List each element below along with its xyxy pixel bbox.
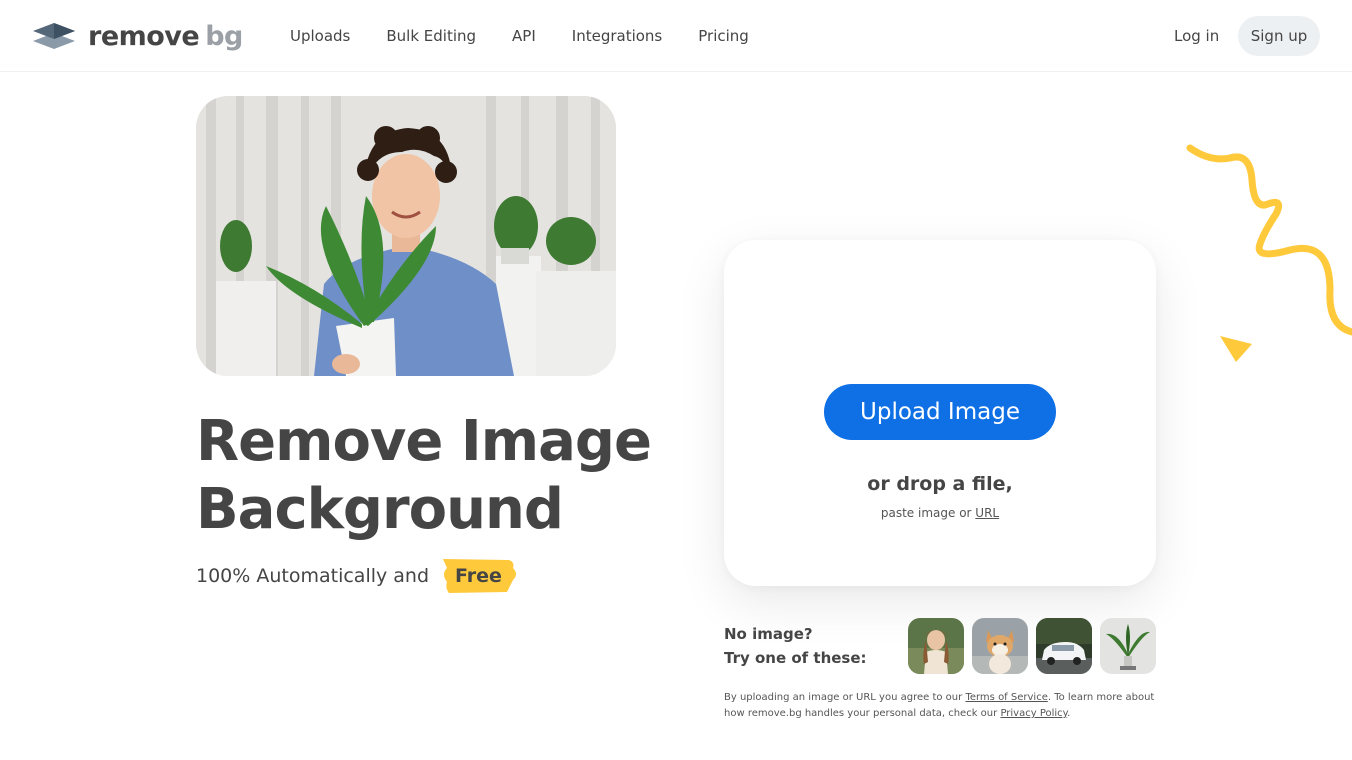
paste-hint: paste image or URL: [724, 506, 1156, 520]
legal-part1: By uploading an image or URL you agree t…: [724, 692, 963, 703]
url-link[interactable]: URL: [975, 506, 999, 520]
headline-line2: Background: [196, 477, 564, 542]
upload-image-button[interactable]: Upload Image: [824, 384, 1056, 440]
car-sample-icon: [1036, 618, 1092, 674]
main-nav: Uploads Bulk Editing API Integrations Pr…: [290, 26, 785, 46]
squiggle-decoration-icon: [1186, 144, 1352, 336]
logo-icon: [33, 23, 75, 49]
paste-prefix: paste image or: [880, 506, 972, 520]
man-holding-plant-photo: [196, 96, 616, 376]
nav-uploads[interactable]: Uploads: [290, 26, 350, 46]
dog-sample-icon: [972, 618, 1028, 674]
sample-prompt: No image? Try one of these:: [724, 622, 867, 670]
hero-photo: [196, 96, 616, 376]
subline-text: 100% Automatically and: [196, 565, 430, 587]
headline-line1: Remove Image: [196, 409, 652, 474]
sample-woman[interactable]: [908, 618, 964, 674]
legal-part3: .: [1067, 708, 1071, 719]
login-link[interactable]: Log in: [1174, 26, 1219, 46]
sample-prompt-line2: Try one of these:: [724, 649, 867, 667]
page-title: Remove Image Background: [196, 408, 652, 544]
sample-prompt-line1: No image?: [724, 625, 813, 643]
sample-dog[interactable]: [972, 618, 1028, 674]
logo-word-remove: remove: [88, 20, 200, 52]
nav-pricing[interactable]: Pricing: [698, 26, 749, 46]
signup-button[interactable]: Sign up: [1238, 16, 1320, 56]
removebg-logo[interactable]: remove bg: [32, 18, 243, 54]
logo-text: remove bg: [88, 21, 243, 52]
upload-card[interactable]: Upload Image or drop a file, paste image…: [724, 240, 1156, 586]
nav-integrations[interactable]: Integrations: [572, 26, 662, 46]
top-navbar: remove bg Uploads Bulk Editing API Integr…: [0, 0, 1352, 72]
subline: 100% Automatically and Free: [196, 558, 517, 594]
woman-sample-icon: [908, 618, 964, 674]
plant-sample-icon: [1100, 618, 1156, 674]
sample-images: [908, 618, 1164, 674]
nav-api[interactable]: API: [512, 26, 536, 46]
sample-plant[interactable]: [1100, 618, 1156, 674]
sample-car[interactable]: [1036, 618, 1092, 674]
nav-bulk-editing[interactable]: Bulk Editing: [386, 26, 476, 46]
logo-word-bg: bg: [205, 20, 243, 52]
triangle-decoration-icon: [1220, 336, 1252, 362]
free-badge: Free: [441, 558, 517, 594]
legal-notice: By uploading an image or URL you agree t…: [724, 690, 1164, 722]
privacy-policy-link[interactable]: Privacy Policy: [1000, 708, 1067, 719]
drop-file-text: or drop a file,: [867, 473, 1013, 495]
free-label: Free: [455, 565, 502, 587]
terms-of-service-link[interactable]: Terms of Service: [965, 692, 1047, 703]
